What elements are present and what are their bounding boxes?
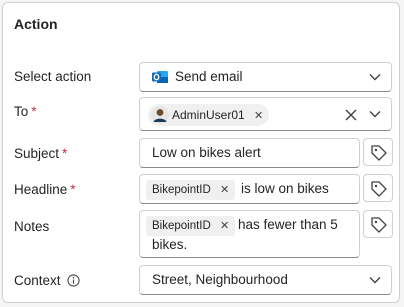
token-label: BikepointID	[152, 220, 211, 232]
headline-input[interactable]: BikepointID ✕ is low on bikes	[139, 174, 360, 204]
notes-tag-button[interactable]	[363, 210, 393, 238]
to-label: To *	[14, 104, 37, 119]
subject-tag-button[interactable]	[363, 138, 393, 166]
notes-text-line2: bikes.	[152, 237, 188, 252]
context-dropdown[interactable]: Street, Neighbourhood	[139, 265, 392, 295]
recipient-chip[interactable]: AdminUser01 ✕	[148, 104, 270, 126]
clear-icon[interactable]	[345, 109, 357, 121]
subject-label: Subject *	[14, 146, 68, 161]
action-panel: Action Select action Send email To * Adm…	[2, 2, 400, 303]
tag-icon	[371, 181, 387, 197]
subject-value: Low on bikes alert	[152, 145, 261, 160]
select-action-label: Select action	[14, 69, 92, 84]
chevron-down-icon	[369, 74, 381, 81]
select-action-value: Send email	[175, 69, 243, 84]
token-chip[interactable]: BikepointID ✕	[146, 180, 236, 200]
token-label: BikepointID	[152, 184, 211, 196]
subject-input[interactable]: Low on bikes alert	[139, 138, 360, 168]
remove-recipient-icon[interactable]: ✕	[254, 110, 263, 122]
context-label: Context	[14, 273, 80, 288]
select-action-dropdown[interactable]: Send email	[139, 62, 392, 92]
tag-icon	[371, 145, 387, 161]
panel-title: Action	[14, 16, 58, 32]
headline-text: is low on bikes	[241, 181, 329, 196]
outlook-icon	[152, 69, 168, 85]
tag-icon	[371, 217, 387, 233]
context-value: Street, Neighbourhood	[152, 272, 288, 287]
headline-label: Headline *	[14, 182, 76, 197]
to-field[interactable]: AdminUser01 ✕	[139, 97, 392, 131]
avatar	[151, 106, 169, 124]
headline-tag-button[interactable]	[363, 174, 393, 202]
notes-input[interactable]: BikepointID ✕ has fewer than 5 bikes.	[139, 210, 360, 258]
info-icon[interactable]	[66, 274, 80, 287]
recipient-name: AdminUser01	[172, 108, 245, 122]
notes-text-line1: has fewer than 5	[238, 217, 338, 232]
remove-token-icon[interactable]: ✕	[220, 220, 229, 232]
token-chip[interactable]: BikepointID ✕	[146, 216, 236, 236]
notes-label: Notes	[14, 219, 50, 234]
remove-token-icon[interactable]: ✕	[220, 184, 229, 196]
chevron-down-icon	[369, 277, 381, 284]
chevron-down-icon[interactable]	[369, 110, 381, 118]
